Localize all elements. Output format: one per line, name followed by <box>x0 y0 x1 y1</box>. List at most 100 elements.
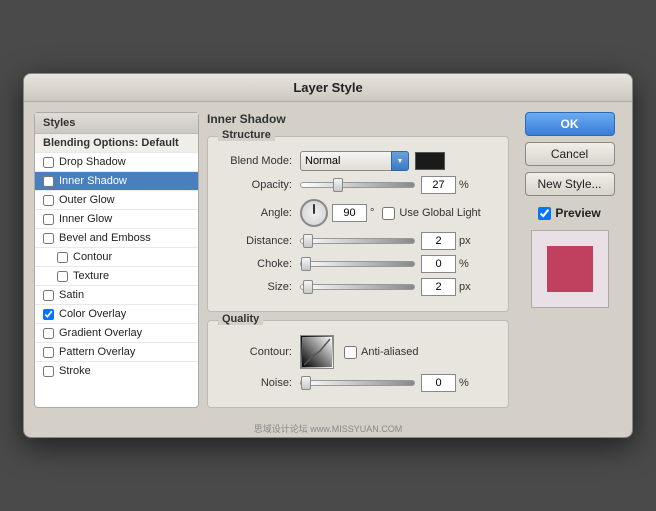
size-thumb[interactable] <box>303 280 313 294</box>
sidebar-item-satin[interactable]: Satin <box>35 286 198 305</box>
layer-style-dialog: Layer Style Styles Blending Options: Def… <box>23 73 633 438</box>
cancel-button[interactable]: Cancel <box>525 142 615 166</box>
pattern-overlay-label: Pattern Overlay <box>59 346 135 358</box>
choke-unit: % <box>459 258 469 270</box>
watermark: 思域设计论坛 www.MISSYUAN.COM <box>24 418 632 437</box>
sidebar-item-contour[interactable]: Contour <box>35 248 198 267</box>
inner-glow-checkbox[interactable] <box>43 214 54 225</box>
distance-label: Distance: <box>220 235 292 247</box>
contour-label: Contour <box>73 251 112 263</box>
contour-preview[interactable] <box>300 335 334 369</box>
preview-checkbox[interactable] <box>538 207 551 220</box>
inner-shadow-checkbox[interactable] <box>43 176 54 187</box>
size-slider[interactable] <box>300 284 415 290</box>
opacity-input[interactable] <box>421 176 456 194</box>
inner-shadow-section-title: Inner Shadow <box>207 112 509 126</box>
angle-input[interactable] <box>332 204 367 222</box>
noise-row: Noise: % <box>220 374 496 392</box>
preview-swatch <box>531 230 609 308</box>
choke-slider[interactable] <box>300 261 415 267</box>
contour-row: Contour: <box>220 335 496 369</box>
distance-unit: px <box>459 235 471 247</box>
choke-row: Choke: % <box>220 255 496 273</box>
distance-row: Distance: px <box>220 232 496 250</box>
size-input[interactable] <box>421 278 456 296</box>
sidebar-item-drop-shadow[interactable]: Drop Shadow <box>35 153 198 172</box>
opacity-thumb[interactable] <box>333 178 343 192</box>
preview-color <box>547 246 593 292</box>
quality-label: Quality <box>218 313 263 325</box>
sidebar-item-gradient-overlay[interactable]: Gradient Overlay <box>35 324 198 343</box>
anti-aliased-row: Anti-aliased <box>344 346 418 359</box>
sidebar-item-blending-options[interactable]: Blending Options: Default <box>35 134 198 153</box>
size-row: Size: px <box>220 278 496 296</box>
gradient-overlay-label: Gradient Overlay <box>59 327 142 339</box>
texture-checkbox[interactable] <box>57 271 68 282</box>
choke-thumb[interactable] <box>301 257 311 271</box>
sidebar-item-pattern-overlay[interactable]: Pattern Overlay <box>35 343 198 362</box>
distance-thumb[interactable] <box>303 234 313 248</box>
angle-label: Angle: <box>220 207 292 219</box>
size-label: Size: <box>220 281 292 293</box>
sidebar: Styles Blending Options: Default Drop Sh… <box>34 112 199 408</box>
blend-mode-color-swatch[interactable] <box>415 152 445 170</box>
choke-label: Choke: <box>220 258 292 270</box>
blend-mode-select[interactable]: Normal Multiply Screen Overlay <box>300 151 405 171</box>
global-light-row: Use Global Light <box>382 207 480 220</box>
sidebar-item-stroke[interactable]: Stroke <box>35 362 198 380</box>
choke-input[interactable] <box>421 255 456 273</box>
sidebar-item-inner-shadow[interactable]: Inner Shadow <box>35 172 198 191</box>
preview-label: Preview <box>555 206 600 220</box>
blend-mode-wrapper: Normal Multiply Screen Overlay <box>300 151 409 171</box>
use-global-light-checkbox[interactable] <box>382 207 395 220</box>
size-unit: px <box>459 281 471 293</box>
bevel-emboss-checkbox[interactable] <box>43 233 54 244</box>
structure-section: Structure Blend Mode: Normal Multiply Sc… <box>207 136 509 312</box>
opacity-row: Opacity: % <box>220 176 496 194</box>
ok-button[interactable]: OK <box>525 112 615 136</box>
gradient-overlay-checkbox[interactable] <box>43 328 54 339</box>
sidebar-item-outer-glow[interactable]: Outer Glow <box>35 191 198 210</box>
angle-unit: ° <box>370 207 374 219</box>
sidebar-item-color-overlay[interactable]: Color Overlay <box>35 305 198 324</box>
structure-label: Structure <box>218 129 275 141</box>
main-content: Inner Shadow Structure Blend Mode: Norma… <box>207 112 509 408</box>
sidebar-title: Styles <box>35 113 198 134</box>
stroke-checkbox[interactable] <box>43 366 54 377</box>
distance-slider[interactable] <box>300 238 415 244</box>
anti-aliased-checkbox[interactable] <box>344 346 357 359</box>
contour-row-label: Contour: <box>220 346 292 358</box>
use-global-light-label: Use Global Light <box>399 207 480 219</box>
sidebar-item-bevel-emboss[interactable]: Bevel and Emboss <box>35 229 198 248</box>
noise-unit: % <box>459 377 469 389</box>
inner-glow-label: Inner Glow <box>59 213 112 225</box>
distance-input[interactable] <box>421 232 456 250</box>
noise-input[interactable] <box>421 374 456 392</box>
drop-shadow-label: Drop Shadow <box>59 156 126 168</box>
color-overlay-checkbox[interactable] <box>43 309 54 320</box>
preview-row: Preview <box>538 206 600 220</box>
outer-glow-checkbox[interactable] <box>43 195 54 206</box>
texture-label: Texture <box>73 270 109 282</box>
new-style-button[interactable]: New Style... <box>525 172 615 196</box>
opacity-slider[interactable] <box>300 182 415 188</box>
quality-section: Quality Contour: <box>207 320 509 408</box>
angle-dial[interactable] <box>300 199 328 227</box>
opacity-label: Opacity: <box>220 179 292 191</box>
noise-thumb[interactable] <box>301 376 311 390</box>
drop-shadow-checkbox[interactable] <box>43 157 54 168</box>
sidebar-item-texture[interactable]: Texture <box>35 267 198 286</box>
angle-row: Angle: ° Use Global Light <box>220 199 496 227</box>
stroke-label: Stroke <box>59 365 91 377</box>
color-overlay-label: Color Overlay <box>59 308 126 320</box>
bevel-emboss-label: Bevel and Emboss <box>59 232 151 244</box>
satin-label: Satin <box>59 289 84 301</box>
noise-slider[interactable] <box>300 380 415 386</box>
inner-shadow-label: Inner Shadow <box>59 175 127 187</box>
contour-checkbox[interactable] <box>57 252 68 263</box>
dialog-title: Layer Style <box>24 74 632 102</box>
noise-label: Noise: <box>220 377 292 389</box>
pattern-overlay-checkbox[interactable] <box>43 347 54 358</box>
satin-checkbox[interactable] <box>43 290 54 301</box>
sidebar-item-inner-glow[interactable]: Inner Glow <box>35 210 198 229</box>
